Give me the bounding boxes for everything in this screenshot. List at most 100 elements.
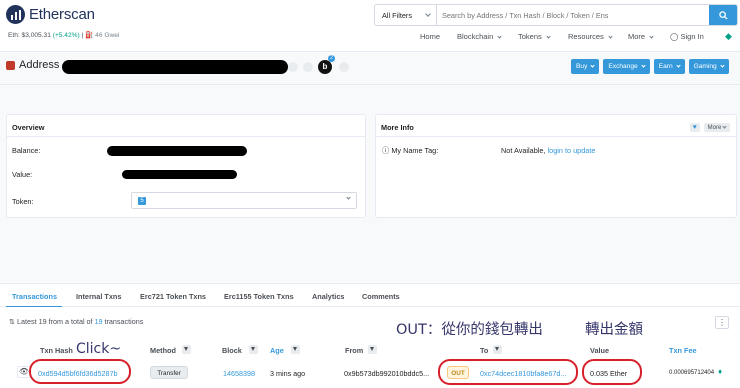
th-to: To [480,346,489,355]
search-button[interactable] [709,5,737,25]
top-header: Etherscan Eth: $3,005.31 (+5.42%) | ⛽ 46… [0,0,740,52]
blockscan-icon[interactable]: b [318,60,332,74]
search-input[interactable] [437,5,709,25]
gas-tip-icon: ♦ [718,367,723,376]
chat-icon[interactable] [339,62,349,72]
exchange-label: Exchange [608,63,638,70]
name-tag-value: Not Available, login to update [501,146,595,155]
search-bar: All Filters [374,4,738,26]
method-badge: Transfer [150,366,188,379]
gas-price: ⛽ 46 Gwei [85,32,120,39]
nav-resources-label: Resources [568,32,604,41]
nav-sign-in-label: Sign In [680,32,704,41]
eth-price-info: Eth: $3,005.31 (+5.42%) | ⛽ 46 Gwei [8,31,119,39]
highlight-circle-value [582,359,642,385]
block-link[interactable]: 14658398 [223,369,255,378]
chevron-down-icon [608,33,613,39]
overview-card: Overview Balance: Value: Token: 5 [6,114,366,218]
tab-internal-txns[interactable]: Internal Txns [76,292,121,301]
ethereum-icon[interactable]: ◆ [725,31,732,42]
token-label: Token: [12,197,34,206]
info-icon: ⓘ [382,146,392,155]
chevron-down-icon [425,11,431,17]
filter-icon[interactable] [182,345,191,354]
token-dropdown[interactable]: 5 [131,192,357,209]
tab-erc1155[interactable]: Erc1155 Token Txns [224,292,294,301]
highlight-circle-to [438,359,578,385]
tab-comments[interactable]: Comments [362,292,400,301]
chevron-down-icon [649,33,654,39]
redacted-value [122,170,237,179]
buy-label: Buy [576,63,588,70]
logo-text: Etherscan [29,6,95,23]
nav-more[interactable]: More [628,32,654,41]
chevron-down-icon [641,63,646,68]
filter-icon[interactable] [493,345,502,354]
login-link[interactable]: login to update [548,146,596,155]
chevron-down-icon [546,33,551,39]
more-dropdown[interactable]: More [703,123,730,132]
chevron-down-icon [346,195,351,200]
action-buttons: Buy Exchange Earn Gaming [571,59,729,74]
eth-price: Eth: $3,005.31 [8,32,51,39]
tx-total-link[interactable]: 19 [95,317,103,326]
logo-icon [6,5,25,24]
filter-icon[interactable] [368,345,377,354]
token-count-badge: 5 [138,197,146,205]
tx-summary-text: Latest 19 from a total of [17,317,93,326]
gas-value: 46 Gwei [95,32,120,39]
out-annotation: OUT：從你的錢包轉出 [396,322,543,338]
qr-code-icon[interactable] [303,62,313,72]
header-divider [0,84,740,85]
eth-price-change: (+5.42%) [52,32,80,39]
gaming-button[interactable]: Gaming [688,59,729,74]
nav-home[interactable]: Home [420,32,440,41]
txn-fee-value: 0.000695712404 [669,370,715,376]
nav-sign-in[interactable]: ◯ Sign In [670,32,704,41]
gaming-label: Gaming [693,63,717,70]
chevron-down-icon [720,63,725,68]
chevron-down-icon [497,33,502,39]
tab-transactions[interactable]: Transactions [12,292,57,301]
nav-resources[interactable]: Resources [568,32,613,41]
more-label: More [707,124,722,131]
tab-erc721[interactable]: Erc721 Token Txns [140,292,206,301]
th-age[interactable]: Age [270,346,284,355]
click-annotation: Click~ [76,341,122,357]
copy-icon[interactable] [288,62,298,72]
tx-summary-suffix: transactions [104,317,144,326]
chevron-down-icon [590,63,595,68]
th-from: From [345,346,364,355]
nav-tokens-label: Tokens [518,32,542,41]
filter-icon[interactable] [291,345,300,354]
nav-tokens[interactable]: Tokens [518,32,551,41]
chevron-down-icon [676,63,681,68]
search-filter-select[interactable]: All Filters [375,5,437,25]
search-filter-label: All Filters [382,10,412,20]
nav-blockchain[interactable]: Blockchain [457,32,502,41]
name-tag-label: ⓘ My Name Tag: [382,146,438,156]
search-icon [718,10,728,20]
filter-icon[interactable] [249,345,258,354]
overview-title: Overview [7,115,365,137]
from-address[interactable]: 0x9b573db992010bddc5... [344,369,429,378]
name-tag-status: Not Available, [501,146,546,155]
nav-blockchain-label: Blockchain [457,32,494,41]
age-value: 3 mins ago [270,369,306,378]
highlight-circle-hash [29,359,131,384]
heart-icon[interactable]: ♥ [689,123,700,132]
exchange-button[interactable]: Exchange [603,59,650,74]
value-label: Value: [12,170,33,179]
nav-more-label: More [628,32,646,41]
buy-button[interactable]: Buy [571,59,600,74]
more-options-icon[interactable]: ⋮ [715,316,729,329]
earn-button[interactable]: Earn [653,59,685,74]
tx-summary: ⇅ Latest 19 from a total of 19 transacti… [9,317,143,326]
address-label: Address [19,59,60,71]
th-value: Value [590,346,610,355]
tab-analytics[interactable]: Analytics [312,292,344,301]
user-icon: ◯ [670,32,681,41]
redacted-balance [107,146,247,156]
th-txn-fee[interactable]: Txn Fee [669,346,697,355]
etherscan-logo[interactable]: Etherscan [6,5,95,24]
